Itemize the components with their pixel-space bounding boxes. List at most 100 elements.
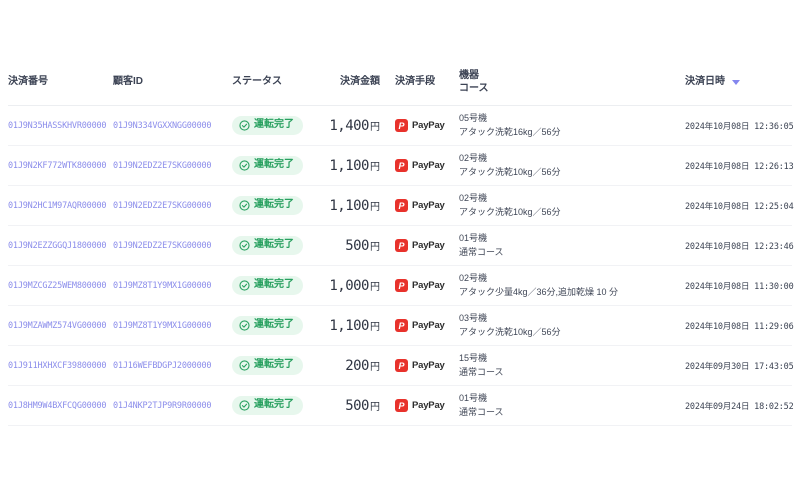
payment-id-link[interactable]: 01J9MZAWMZ574VG00000 — [8, 321, 113, 331]
machine-number: 03号機 — [459, 312, 685, 326]
status-label: 運転完了 — [254, 400, 294, 410]
table-row: 01J911HXHXCF39800000 01J16WEFBDGPJ200000… — [8, 346, 792, 386]
header-payment-id: 決済番号 — [8, 75, 113, 89]
status-badge: 運転完了 — [232, 156, 303, 175]
payment-id-link[interactable]: 01J9N2HC1M97AQR00000 — [8, 201, 113, 211]
status-badge: 運転完了 — [232, 116, 303, 135]
currency-suffix: 円 — [370, 282, 380, 293]
customer-id-link[interactable]: 01J9N2EDZ2E7SKG00000 — [113, 241, 232, 251]
payment-datetime: 2024年09月24日 18:02:52 — [685, 400, 792, 412]
amount-cell: 500円 — [318, 397, 380, 415]
payment-id-link[interactable]: 01J9N35HASSKHVR00000 — [8, 121, 113, 131]
payment-method-cell: P PayPay — [380, 239, 459, 252]
amount-value: 200 — [345, 358, 369, 374]
currency-suffix: 円 — [370, 402, 380, 413]
payment-method-cell: P PayPay — [380, 279, 459, 292]
status-cell: 運転完了 — [232, 316, 318, 336]
status-cell: 運転完了 — [232, 116, 318, 136]
status-label: 運転完了 — [254, 360, 294, 370]
payment-method-cell: P PayPay — [380, 159, 459, 172]
amount-cell: 1,100円 — [318, 317, 380, 335]
customer-id-link[interactable]: 01J9N2EDZ2E7SKG00000 — [113, 201, 232, 211]
paypay-label: PayPay — [412, 320, 445, 331]
table-row: 01J9MZCGZ25WEM800000 01J9MZ8T1Y9MX1G0000… — [8, 266, 792, 306]
amount-value: 1,100 — [329, 158, 369, 174]
table-row: 01J9N2KF772WTK800000 01J9N2EDZ2E7SKG0000… — [8, 146, 792, 186]
check-circle-icon — [239, 120, 250, 131]
sort-desc-icon — [732, 80, 740, 85]
status-cell: 運転完了 — [232, 196, 318, 216]
status-badge: 運転完了 — [232, 276, 303, 295]
machine-course-cell: 01号機 通常コース — [459, 232, 685, 260]
header-machine-course: 機器 コース — [459, 69, 685, 96]
paypay-label: PayPay — [412, 120, 445, 131]
status-badge: 運転完了 — [232, 196, 303, 215]
payment-id-link[interactable]: 01J911HXHXCF39800000 — [8, 361, 113, 371]
paypay-label: PayPay — [412, 280, 445, 291]
amount-value: 500 — [345, 398, 369, 414]
course-name: アタック洗乾10kg／56分 — [459, 326, 685, 340]
payments-table: 決済番号 顧客ID ステータス 決済金額 決済手段 機器 コース 決済日時 01… — [0, 59, 800, 426]
machine-number: 02号機 — [459, 272, 685, 286]
customer-id-link[interactable]: 01J9N2EDZ2E7SKG00000 — [113, 161, 232, 171]
amount-cell: 1,000円 — [318, 277, 380, 295]
amount-cell: 1,100円 — [318, 197, 380, 215]
customer-id-link[interactable]: 01J9MZ8T1Y9MX1G00000 — [113, 321, 232, 331]
header-datetime-label: 決済日時 — [685, 75, 725, 89]
payment-id-link[interactable]: 01J9MZCGZ25WEM800000 — [8, 281, 113, 291]
status-badge: 運転完了 — [232, 356, 303, 375]
course-name: 通常コース — [459, 246, 685, 260]
customer-id-link[interactable]: 01J9MZ8T1Y9MX1G00000 — [113, 281, 232, 291]
payment-id-link[interactable]: 01J9N2KF772WTK800000 — [8, 161, 113, 171]
status-label: 運転完了 — [254, 280, 294, 290]
paypay-icon: P — [395, 159, 408, 172]
paypay-icon: P — [395, 359, 408, 372]
status-label: 運転完了 — [254, 200, 294, 210]
amount-cell: 500円 — [318, 237, 380, 255]
paypay-icon: P — [395, 119, 408, 132]
paypay-label: PayPay — [412, 240, 445, 251]
paypay-label: PayPay — [412, 400, 445, 411]
paypay-icon: P — [395, 199, 408, 212]
status-label: 運転完了 — [254, 160, 294, 170]
paypay-label: PayPay — [412, 160, 445, 171]
amount-cell: 200円 — [318, 357, 380, 375]
payment-id-link[interactable]: 01J9N2EZZGGQJ1800000 — [8, 241, 113, 251]
currency-suffix: 円 — [370, 242, 380, 253]
status-cell: 運転完了 — [232, 356, 318, 376]
amount-cell: 1,400円 — [318, 117, 380, 135]
paypay-icon: P — [395, 399, 408, 412]
table-body: 01J9N35HASSKHVR00000 01J9N334VGXXNGG0000… — [8, 106, 792, 426]
header-machine-line: 機器 — [459, 70, 479, 81]
payment-method-cell: P PayPay — [380, 119, 459, 132]
currency-suffix: 円 — [370, 362, 380, 373]
machine-course-cell: 02号機 アタック洗乾10kg／56分 — [459, 152, 685, 180]
paypay-label: PayPay — [412, 360, 445, 371]
table-row: 01J9N2HC1M97AQR00000 01J9N2EDZ2E7SKG0000… — [8, 186, 792, 226]
currency-suffix: 円 — [370, 122, 380, 133]
customer-id-link[interactable]: 01J16WEFBDGPJ2000000 — [113, 361, 232, 371]
status-cell: 運転完了 — [232, 236, 318, 256]
course-name: アタック洗乾16kg／56分 — [459, 126, 685, 140]
amount-value: 1,100 — [329, 198, 369, 214]
check-circle-icon — [239, 280, 250, 291]
customer-id-link[interactable]: 01J4NKP2TJP9R9R00000 — [113, 401, 232, 411]
payment-id-link[interactable]: 01J8HM9W4BXFCQG00000 — [8, 401, 113, 411]
currency-suffix: 円 — [370, 202, 380, 213]
payment-datetime: 2024年10月08日 11:30:00 — [685, 280, 792, 292]
machine-number: 02号機 — [459, 152, 685, 166]
status-label: 運転完了 — [254, 320, 294, 330]
amount-value: 1,400 — [329, 118, 369, 134]
customer-id-link[interactable]: 01J9N334VGXXNGG00000 — [113, 121, 232, 131]
payment-datetime: 2024年10月08日 12:25:04 — [685, 200, 792, 212]
check-circle-icon — [239, 320, 250, 331]
machine-course-cell: 15号機 通常コース — [459, 352, 685, 380]
currency-suffix: 円 — [370, 322, 380, 333]
table-row: 01J9MZAWMZ574VG00000 01J9MZ8T1Y9MX1G0000… — [8, 306, 792, 346]
paypay-label: PayPay — [412, 200, 445, 211]
payment-method-cell: P PayPay — [380, 319, 459, 332]
header-datetime[interactable]: 決済日時 — [685, 75, 792, 89]
payment-datetime: 2024年10月08日 12:36:05 — [685, 120, 792, 132]
payment-method-cell: P PayPay — [380, 359, 459, 372]
amount-value: 1,100 — [329, 318, 369, 334]
